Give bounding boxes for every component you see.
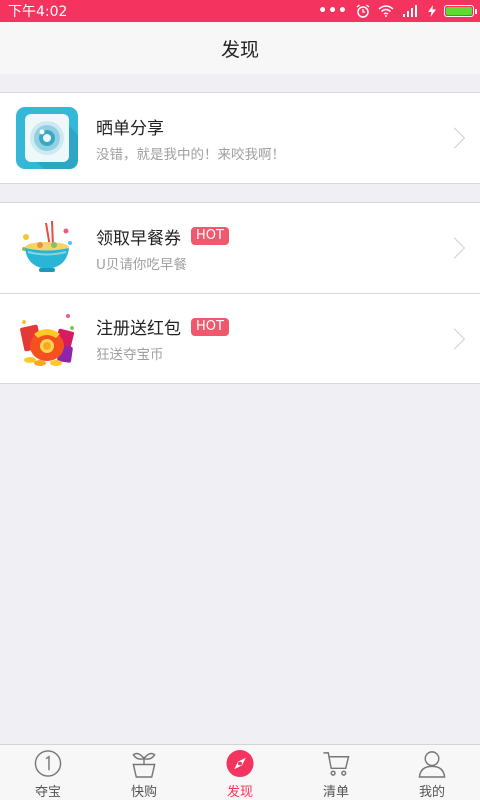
status-bar: 下午4:02 ••• bbox=[0, 0, 480, 22]
chevron-right-icon bbox=[443, 127, 466, 149]
item-title: 注册送红包 bbox=[96, 319, 181, 339]
signal-icon bbox=[403, 5, 417, 17]
hot-badge: HOT bbox=[191, 227, 229, 245]
tab-label: 夺宝 bbox=[34, 785, 61, 800]
item-subtitle: 狂送夺宝币 bbox=[96, 347, 164, 363]
item-subtitle: U贝请你吃早餐 bbox=[96, 256, 187, 273]
sprout-pot-icon bbox=[132, 752, 156, 778]
page-header: 发现 bbox=[0, 22, 480, 74]
red-packet-gift-icon bbox=[20, 313, 74, 366]
compass-icon bbox=[226, 749, 254, 778]
list-item-register-red-packet[interactable]: 注册送红包 HOT 狂送夺宝币 bbox=[0, 293, 480, 383]
tab-label: 快购 bbox=[130, 785, 157, 800]
status-time: 下午4:02 bbox=[8, 4, 68, 20]
item-title: 领取早餐券 bbox=[96, 228, 181, 249]
alarm-clock-icon bbox=[356, 4, 370, 18]
tab-kuaigou[interactable]: 快购 bbox=[96, 745, 192, 800]
user-icon bbox=[418, 751, 446, 778]
tab-list[interactable]: 清单 bbox=[288, 745, 384, 800]
item-subtitle: 没错，就是我中的！来咬我啊！ bbox=[96, 146, 285, 163]
tab-mine[interactable]: 我的 bbox=[384, 745, 480, 800]
chevron-right-icon bbox=[443, 327, 466, 350]
tab-duobao[interactable]: 夺宝 bbox=[0, 745, 96, 800]
wifi-icon bbox=[378, 5, 394, 17]
tab-label: 我的 bbox=[418, 785, 445, 800]
shopping-cart-icon bbox=[323, 752, 350, 776]
discover-group-promotions: 领取早餐券 HOT U贝请你吃早餐 注册送红包 HOT 狂送夺宝币 bbox=[0, 202, 480, 384]
item-title: 晒单分享 bbox=[96, 118, 164, 139]
charging-bolt-icon bbox=[428, 5, 436, 17]
status-icons: ••• bbox=[318, 3, 477, 19]
tab-discover[interactable]: 发现 bbox=[192, 745, 288, 800]
discover-group-share: 晒单分享 没错，就是我中的！来咬我啊！ bbox=[0, 92, 480, 184]
hot-badge: HOT bbox=[191, 317, 229, 336]
noodle-bowl-icon bbox=[22, 220, 72, 272]
battery-icon bbox=[444, 5, 477, 17]
bottom-tab-bar: 夺宝 快购 发现 清单 我的 bbox=[0, 744, 480, 800]
tab-label: 清单 bbox=[322, 785, 349, 800]
tab-label: 发现 bbox=[226, 785, 253, 800]
page-title: 发现 bbox=[220, 38, 259, 61]
more-dots-icon: ••• bbox=[318, 3, 348, 19]
list-item-share-orders[interactable]: 晒单分享 没错，就是我中的！来咬我啊！ bbox=[0, 93, 480, 183]
list-item-breakfast-coupon[interactable]: 领取早餐券 HOT U贝请你吃早餐 bbox=[0, 203, 480, 293]
chevron-right-icon bbox=[443, 237, 466, 259]
camera-lens-icon bbox=[16, 107, 78, 169]
number-one-circle-icon bbox=[34, 750, 62, 777]
